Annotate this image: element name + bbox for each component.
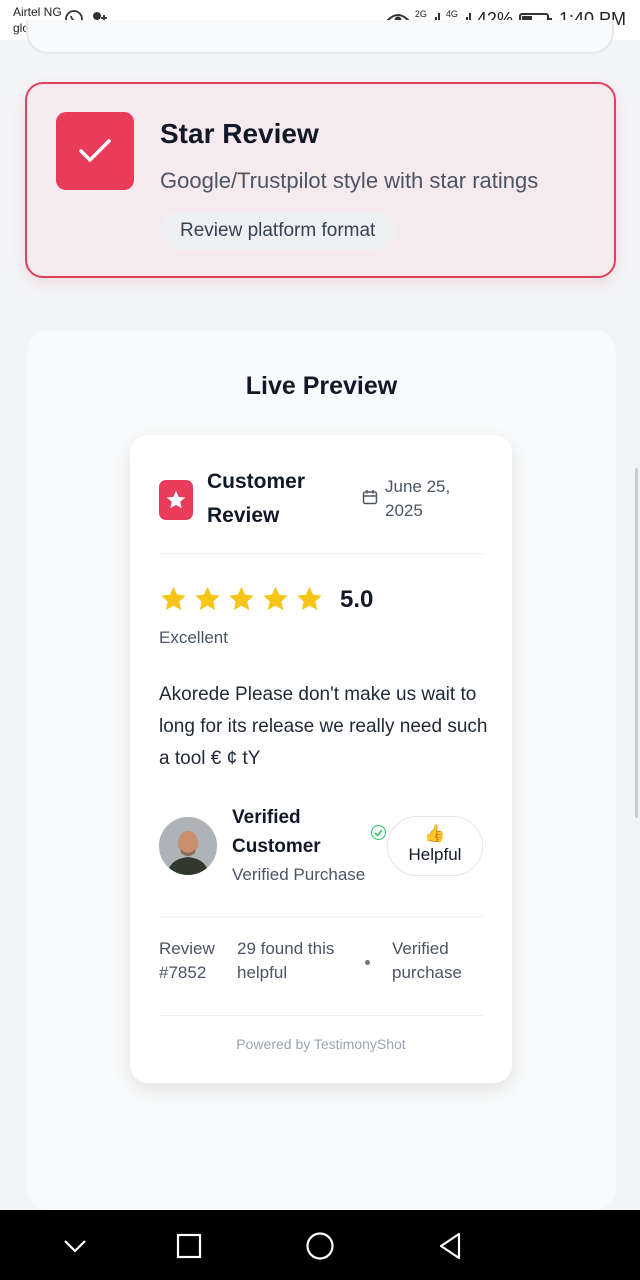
checkmark-icon (56, 112, 134, 190)
navigation-bar (0, 1210, 640, 1280)
star-icon (297, 586, 322, 611)
review-card-title: Customer Review (207, 470, 306, 527)
option-tag: Review platform format (160, 212, 396, 250)
review-date: June 25, 2025 (385, 477, 451, 520)
network-type-2: 4G (445, 8, 458, 19)
option-card-star-review[interactable]: Star Review Google/Trustpilot style with… (25, 82, 616, 278)
divider (159, 1015, 484, 1016)
rating-value: 5.0 (340, 586, 374, 613)
review-card: Customer Review June 25, 2025 5.0 Excell… (130, 435, 512, 1083)
star-rating (159, 585, 324, 613)
preview-title: Live Preview (245, 372, 398, 400)
star-icon (263, 586, 288, 611)
scrollbar[interactable] (635, 468, 638, 818)
verified-purchase-note: Verified purchase (392, 939, 462, 982)
previous-option-card[interactable] (26, 20, 614, 54)
verified-check-icon (371, 825, 386, 840)
review-id: Review #7852 (159, 939, 215, 982)
customer-subtitle: Verified Purchase (232, 865, 366, 884)
thumbs-up-icon: 👍 (424, 824, 446, 843)
network-type-1: 2G (414, 8, 427, 19)
option-title: Star Review (160, 118, 319, 149)
star-icon (161, 586, 186, 611)
found-helpful: 29 found this helpful (237, 939, 335, 982)
helpful-button[interactable]: 👍 Helpful (387, 816, 483, 876)
star-icon (229, 586, 254, 611)
chevron-down-icon[interactable] (57, 1228, 93, 1264)
option-description: Google/Trustpilot style with star rating… (160, 168, 539, 193)
customer-name: Verified Customer (232, 807, 321, 857)
powered-by: Powered by TestimonyShot (236, 1036, 406, 1052)
divider (159, 553, 484, 554)
rating-word: Excellent (159, 628, 228, 647)
separator-dot (365, 960, 370, 965)
divider (159, 916, 484, 917)
back-icon[interactable] (432, 1228, 468, 1264)
review-text: Akorede Please don't make us wait to lon… (159, 684, 488, 769)
home-icon[interactable] (302, 1228, 338, 1264)
recents-icon[interactable] (171, 1228, 207, 1264)
avatar (159, 817, 217, 875)
star-icon (195, 586, 220, 611)
star-badge-icon (159, 480, 193, 520)
calendar-icon (362, 490, 378, 505)
